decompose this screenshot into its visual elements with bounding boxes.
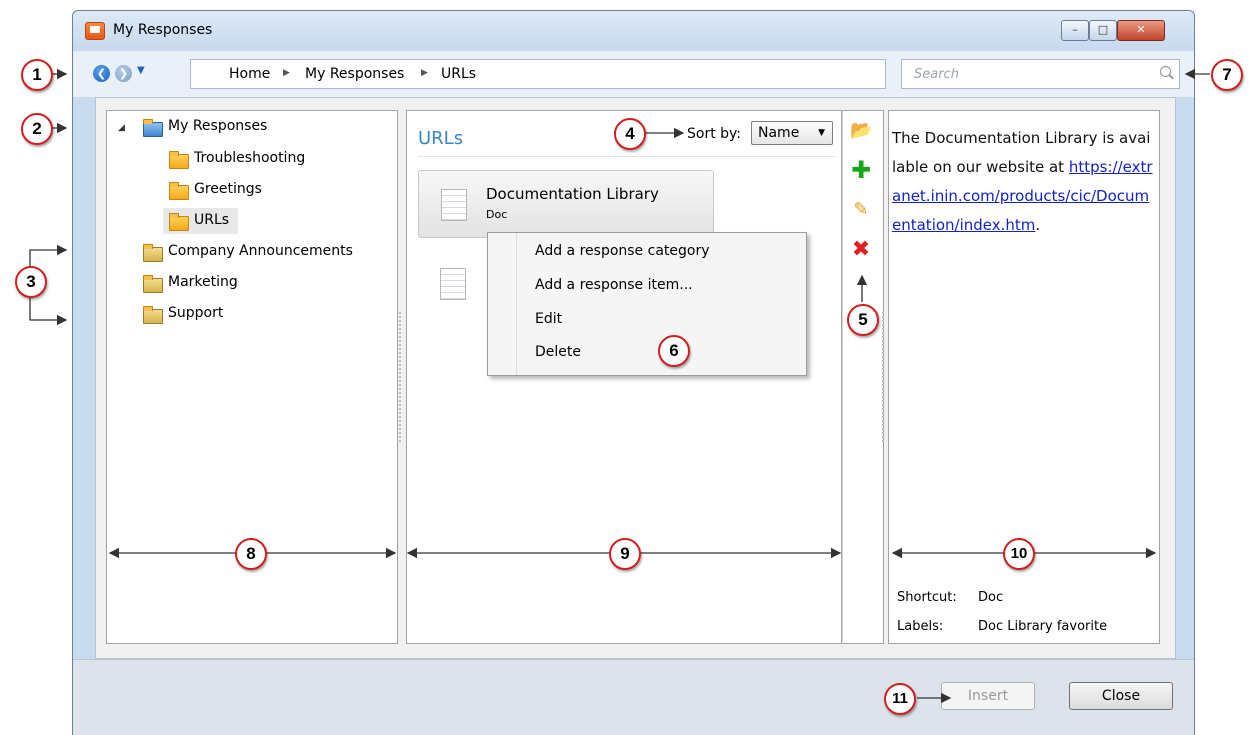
callout-10: 10 <box>1003 538 1035 570</box>
callout-3: 3 <box>15 266 47 298</box>
callout-8: 8 <box>235 538 267 570</box>
callout-6: 6 <box>658 335 690 367</box>
arrow-3-bottom <box>29 296 68 326</box>
arrow-3-top <box>29 244 68 268</box>
annotation-arrows <box>29 68 1210 704</box>
callout-1: 1 <box>21 59 53 91</box>
callout-2: 2 <box>21 113 53 145</box>
callout-5: 5 <box>847 304 879 336</box>
callout-9: 9 <box>609 538 641 570</box>
callout-4: 4 <box>614 118 646 150</box>
callout-11: 11 <box>884 683 916 715</box>
callout-7: 7 <box>1211 59 1243 91</box>
